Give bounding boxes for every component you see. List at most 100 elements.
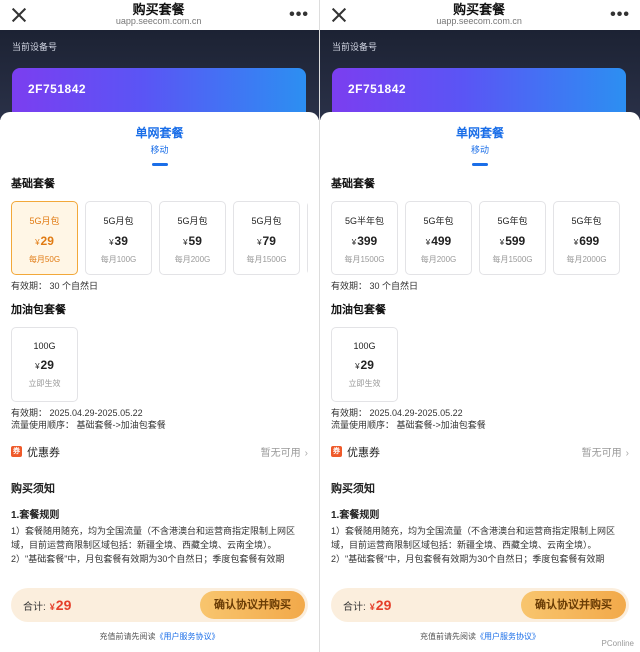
plan-price: ¥39	[86, 234, 151, 248]
more-icon[interactable]: •••	[289, 6, 309, 24]
tab-single-network[interactable]: 单网套餐 移动	[0, 112, 319, 167]
device-label: 当前设备号	[332, 42, 378, 52]
plan-name: 5G半年包	[344, 216, 384, 226]
plan-price: ¥599	[480, 234, 545, 248]
coupon-row[interactable]: 券 优惠券 暂无可用 ›	[320, 436, 640, 468]
plan-validity: 有效期： 30 个自然日	[331, 281, 419, 291]
plan-validity: 有效期： 30 个自然日	[11, 281, 99, 291]
more-icon[interactable]: •••	[610, 6, 630, 24]
close-icon[interactable]	[10, 6, 28, 24]
plan-list: 5G半年包 ¥399 每月1500G 5G年包 ¥499 每月200G 5G年包…	[331, 201, 629, 275]
notice-title: 购买须知	[11, 482, 55, 495]
plan-card-partial[interactable]	[307, 201, 308, 275]
close-icon[interactable]	[330, 6, 348, 24]
title-block: 购买套餐 uapp.seecom.com.cn	[115, 2, 202, 27]
phone-screen-right: 购买套餐 uapp.seecom.com.cn ••• 当前设备号 2F7518…	[320, 0, 640, 652]
agreement-prefix: 充值前请先阅读	[420, 632, 476, 641]
confirm-purchase-button[interactable]: 确认协议并购买	[521, 591, 626, 619]
addon-card[interactable]: 100G ¥29 立即生效	[331, 326, 398, 402]
addon-card[interactable]: 100G ¥29 立即生效	[11, 326, 78, 402]
plan-card[interactable]: 5G月包 ¥59 每月200G	[159, 201, 226, 275]
plan-card[interactable]: 5G半年包 ¥399 每月1500G	[331, 201, 398, 275]
total-label: 合计:	[23, 602, 46, 613]
plan-card[interactable]: 5G月包 ¥79 每月1500G	[233, 201, 300, 275]
currency: ¥	[257, 238, 262, 247]
addon-name: 100G	[33, 340, 56, 351]
coupon-icon: 券	[331, 446, 342, 458]
page-url: uapp.seecom.com.cn	[115, 16, 202, 27]
tab-label: 单网套餐	[455, 126, 504, 140]
pay-bar: 合计: ¥29 确认协议并购买	[331, 588, 629, 622]
agreement-link[interactable]: 《用户服务协议》	[476, 632, 540, 641]
currency: ¥	[355, 361, 360, 371]
device-header: 当前设备号 2F751842	[320, 30, 640, 120]
total-label: 合计:	[343, 602, 366, 613]
confirm-purchase-button[interactable]: 确认协议并购买	[200, 591, 305, 619]
coupon-label: 优惠券	[27, 446, 60, 459]
agreement-line: 充值前请先阅读《用户服务协议》	[0, 631, 319, 642]
plan-name: 5G月包	[29, 216, 60, 226]
agreement-link[interactable]: 《用户服务协议》	[156, 632, 220, 641]
price-value: 699	[579, 234, 600, 248]
chevron-right-icon: ›	[304, 448, 308, 460]
rule-text: 1）套餐随用随充，均为全国流量（不含港澳台和运营商指定限制上网区域，目前运营商限…	[331, 525, 616, 550]
currency: ¥	[369, 602, 375, 612]
device-id: 2F751842	[348, 82, 407, 96]
addon-effect: 立即生效	[28, 378, 61, 388]
title-bar: 购买套餐 uapp.seecom.com.cn •••	[320, 0, 640, 30]
device-id: 2F751842	[28, 82, 87, 96]
agreement-prefix: 充值前请先阅读	[99, 632, 156, 641]
plan-name: 5G月包	[251, 216, 282, 226]
chevron-right-icon: ›	[625, 448, 629, 460]
checkout-bar: 合计: ¥29 确认协议并购买 充值前请先阅读《用户服务协议》	[320, 580, 640, 652]
plan-name: 5G年包	[571, 216, 602, 226]
coupon-status: 暂无可用	[581, 448, 622, 460]
plan-card[interactable]: 5G月包 ¥29 每月50G	[11, 201, 78, 275]
coupon-status-wrap: 暂无可用 ›	[261, 444, 308, 459]
section-title: 基础套餐	[11, 178, 55, 190]
checkout-bar: 合计: ¥29 确认协议并购买 充值前请先阅读《用户服务协议》	[0, 580, 319, 652]
rule-title: 1.套餐规则	[331, 509, 380, 521]
price-value: 39	[114, 234, 128, 248]
plan-card[interactable]: 5G年包 ¥599 每月1500G	[479, 201, 546, 275]
plan-price: ¥79	[234, 234, 299, 248]
section-title: 基础套餐	[331, 178, 375, 190]
rule-text: 1）套餐随用随充，均为全国流量（不含港澳台和运营商指定限制上网区域，目前运营商限…	[11, 525, 296, 550]
plan-quota: 每月1500G	[246, 255, 287, 264]
tab-label: 单网套餐	[135, 126, 184, 140]
device-header: 当前设备号 2F751842	[0, 30, 319, 120]
plan-card[interactable]: 5G月包 ¥39 每月100G	[85, 201, 152, 275]
addon-validity: 有效期： 2025.04.29-2025.05.22	[11, 407, 143, 418]
plan-quota: 每月50G	[28, 255, 61, 264]
coupon-left: 券 优惠券	[11, 444, 60, 460]
plan-card[interactable]: 5G年包 ¥699 每月2000G	[553, 201, 620, 275]
currency: ¥	[183, 238, 188, 247]
agreement-line: 充值前请先阅读《用户服务协议》	[320, 631, 640, 642]
total: 合计: ¥29	[23, 597, 71, 613]
plan-quota: 每月100G	[100, 255, 137, 264]
usage-order: 流量使用顺序： 基础套餐->加油包套餐	[331, 420, 486, 431]
plan-price: ¥59	[160, 234, 225, 248]
phone-screen-left: 购买套餐 uapp.seecom.com.cn ••• 当前设备号 2F7518…	[0, 0, 320, 652]
plan-name: 5G年包	[497, 216, 528, 226]
addon-name: 100G	[353, 340, 376, 351]
plan-quota: 每月1500G	[344, 255, 385, 264]
tab-single-network[interactable]: 单网套餐 移动	[320, 112, 640, 167]
currency: ¥	[573, 238, 579, 247]
price-value: 29	[40, 357, 54, 372]
basic-plans-section: 基础套餐 5G月包 ¥29 每月50G 5G月包 ¥39 每月100G 5G月包…	[0, 167, 319, 432]
coupon-row[interactable]: 券 优惠券 暂无可用 ›	[0, 436, 319, 468]
currency: ¥	[425, 238, 431, 247]
addon-price: ¥29	[12, 358, 77, 372]
plan-card[interactable]: 5G年包 ¥499 每月200G	[405, 201, 472, 275]
plan-price: ¥699	[554, 234, 619, 248]
total: 合计: ¥29	[343, 597, 391, 613]
coupon-icon: 券	[11, 446, 22, 458]
rule-text: 2）"基础套餐"中，月包套餐有效期为30个自然日；季度包套餐有效期	[11, 553, 285, 564]
plan-name: 5G年包	[423, 216, 454, 226]
title-block: 购买套餐 uapp.seecom.com.cn	[436, 2, 522, 27]
pay-bar: 合计: ¥29 确认协议并购买	[11, 588, 308, 622]
tab-indicator	[472, 163, 488, 166]
page-url: uapp.seecom.com.cn	[436, 16, 522, 27]
device-label: 当前设备号	[12, 42, 58, 52]
